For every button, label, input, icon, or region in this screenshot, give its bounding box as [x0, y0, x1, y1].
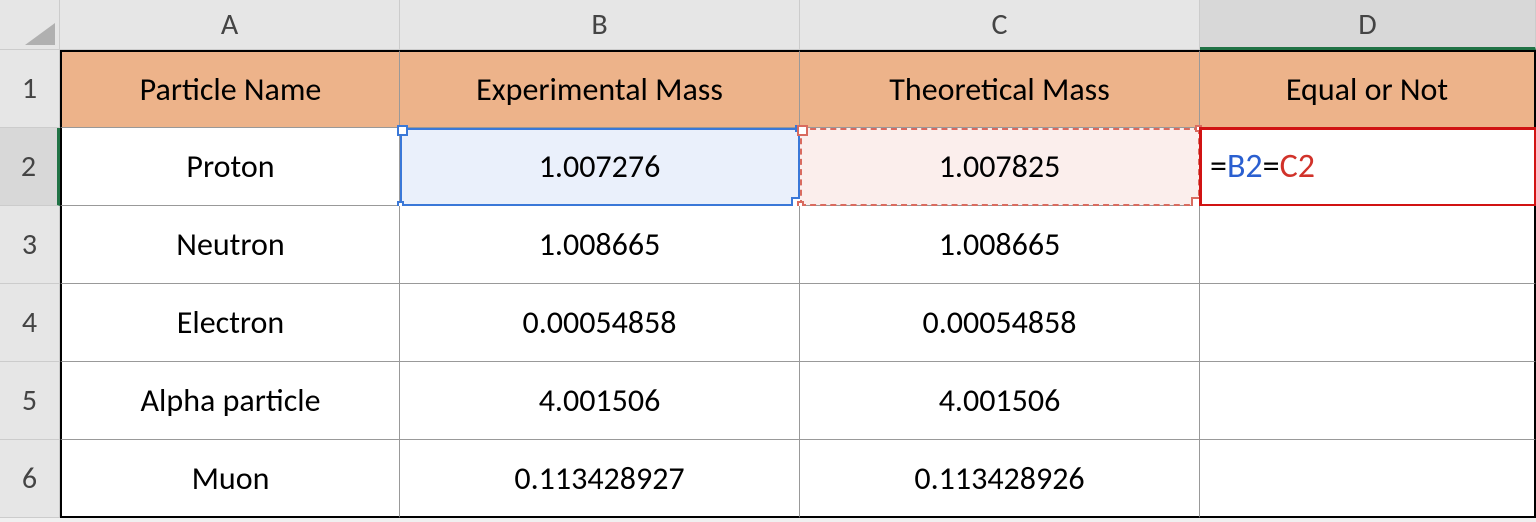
formula-eq1: = — [1210, 146, 1227, 187]
cell-C1[interactable]: Theoretical Mass — [800, 50, 1200, 128]
row-6: 6 Muon 0.113428927 0.113428926 — [0, 440, 1536, 518]
cell-B6[interactable]: 0.113428927 — [400, 440, 800, 518]
cell-C2[interactable]: 1.007825 — [800, 128, 1200, 206]
cell-D5[interactable] — [1200, 362, 1536, 440]
cell-A4[interactable]: Electron — [60, 284, 400, 362]
select-all-corner[interactable] — [0, 0, 60, 50]
col-header-D[interactable]: D — [1200, 0, 1536, 50]
cell-A5[interactable]: Alpha particle — [60, 362, 400, 440]
cell-C2-value: 1.007825 — [939, 147, 1061, 186]
row-1: 1 Particle Name Experimental Mass Theore… — [0, 50, 1536, 128]
cell-C3[interactable]: 1.008665 — [800, 206, 1200, 284]
cell-A3[interactable]: Neutron — [60, 206, 400, 284]
row-2: 2 Proton 1.007276 1.007825 =B2=C2 — [0, 128, 1536, 206]
row-header-3[interactable]: 3 — [0, 206, 60, 284]
formula-ref-B2: B2 — [1227, 146, 1263, 187]
cell-B2[interactable]: 1.007276 — [400, 128, 800, 206]
cell-A2[interactable]: Proton — [60, 128, 400, 206]
row-5: 5 Alpha particle 4.001506 4.001506 — [0, 362, 1536, 440]
cell-B1[interactable]: Experimental Mass — [400, 50, 800, 128]
cell-C6[interactable]: 0.113428926 — [800, 440, 1200, 518]
cell-D6[interactable] — [1200, 440, 1536, 518]
cell-A1[interactable]: Particle Name — [60, 50, 400, 128]
row-3: 3 Neutron 1.008665 1.008665 — [0, 206, 1536, 284]
cell-D3[interactable] — [1200, 206, 1536, 284]
row-header-6[interactable]: 6 — [0, 440, 60, 518]
cell-C5[interactable]: 4.001506 — [800, 362, 1200, 440]
row-4: 4 Electron 0.00054858 0.00054858 — [0, 284, 1536, 362]
cell-D1[interactable]: Equal or Not — [1200, 50, 1536, 128]
cell-B4[interactable]: 0.00054858 — [400, 284, 800, 362]
formula-ref-C2: C2 — [1280, 146, 1315, 187]
col-header-B[interactable]: B — [400, 0, 800, 50]
cell-D2[interactable]: =B2=C2 — [1200, 128, 1536, 206]
cell-B5[interactable]: 4.001506 — [400, 362, 800, 440]
cell-D4[interactable] — [1200, 284, 1536, 362]
column-header-row: A B C D — [0, 0, 1536, 50]
row-header-4[interactable]: 4 — [0, 284, 60, 362]
row-header-1[interactable]: 1 — [0, 50, 60, 128]
col-header-C[interactable]: C — [800, 0, 1200, 50]
cell-C4[interactable]: 0.00054858 — [800, 284, 1200, 362]
row-header-2[interactable]: 2 — [0, 128, 60, 206]
row-header-5[interactable]: 5 — [0, 362, 60, 440]
col-header-A[interactable]: A — [60, 0, 400, 50]
cell-A6[interactable]: Muon — [60, 440, 400, 518]
cell-B2-value: 1.007276 — [539, 147, 661, 186]
formula-eq2: = — [1263, 146, 1280, 187]
spreadsheet: A B C D 1 Particle Name Experimental Mas… — [0, 0, 1536, 518]
cell-B3[interactable]: 1.008665 — [400, 206, 800, 284]
